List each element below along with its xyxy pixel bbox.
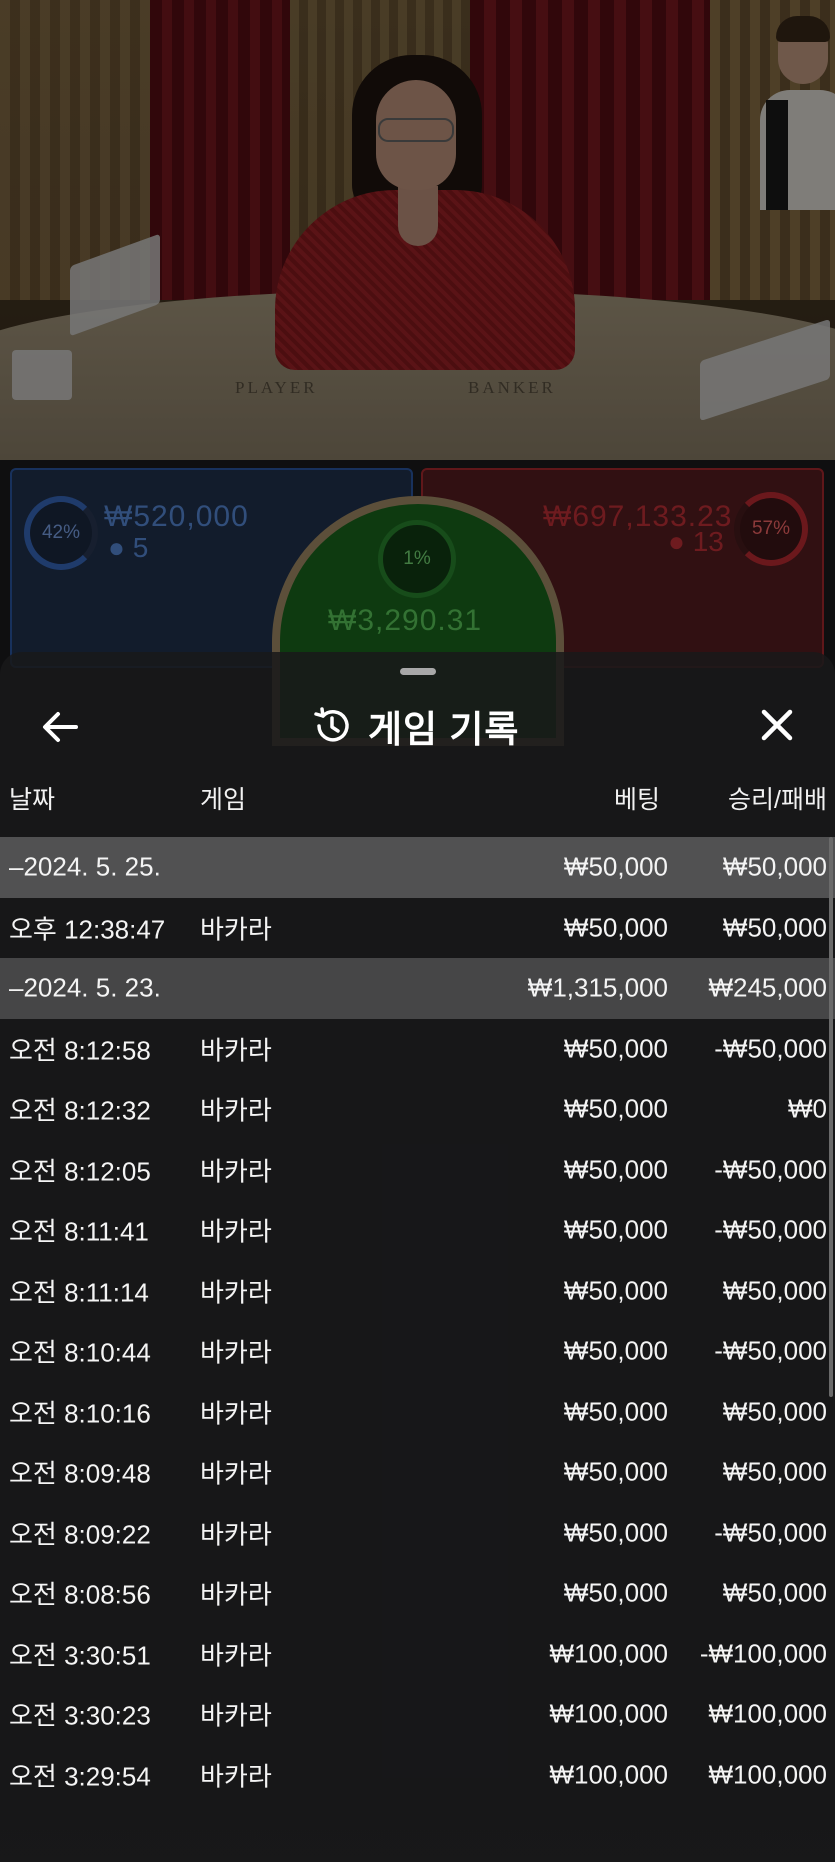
column-header-bet: 베팅 bbox=[613, 786, 660, 814]
row-time: 오전 3:30:23 bbox=[9, 1700, 151, 1731]
row-date: –2024. 5. 23. bbox=[9, 972, 161, 1003]
row-game: 바카라 bbox=[200, 1156, 272, 1187]
history-list: –2024. 5. 25. ₩50,000 ₩50,000 오후 12:38:47 바카… bbox=[0, 837, 835, 1805]
drag-handle[interactable] bbox=[400, 668, 436, 675]
row-bet: ₩50,000 bbox=[563, 1275, 668, 1306]
row-bet: ₩100,000 bbox=[549, 1638, 668, 1669]
table-row[interactable]: 오전 8:12:05 바카라 ₩50,000 -₩50,000 bbox=[0, 1140, 835, 1201]
row-time: 오전 8:10:44 bbox=[9, 1337, 151, 1368]
row-bet: ₩50,000 bbox=[563, 1577, 668, 1608]
row-result: -₩50,000 bbox=[714, 1517, 827, 1548]
column-header-date: 날짜 bbox=[9, 786, 56, 814]
row-game: 바카라 bbox=[200, 1216, 272, 1247]
date-summary-row: –2024. 5. 23. ₩1,315,000 ₩245,000 bbox=[0, 958, 835, 1019]
row-bet: ₩50,000 bbox=[563, 1456, 668, 1487]
close-icon bbox=[761, 709, 793, 741]
row-bet: ₩1,315,000 bbox=[527, 972, 668, 1003]
row-result: -₩50,000 bbox=[714, 1335, 827, 1366]
row-game: 바카라 bbox=[200, 1640, 272, 1671]
row-time: 오후 12:38:47 bbox=[9, 914, 166, 945]
row-bet: ₩50,000 bbox=[563, 1154, 668, 1185]
back-button[interactable] bbox=[36, 702, 86, 752]
table-row[interactable]: 오전 8:12:58 바카라 ₩50,000 -₩50,000 bbox=[0, 1019, 835, 1080]
row-bet: ₩100,000 bbox=[549, 1698, 668, 1729]
row-result: -₩50,000 bbox=[714, 1214, 827, 1245]
game-history-sheet: 게임 기록 날짜 게임 베팅 승리/패배 –2024. 5. 25. ₩50,00… bbox=[0, 652, 835, 1862]
row-result: -₩50,000 bbox=[714, 1033, 827, 1064]
sheet-title: 게임 기록 bbox=[310, 696, 519, 756]
row-game: 바카라 bbox=[200, 1398, 272, 1429]
row-result: ₩245,000 bbox=[708, 972, 827, 1003]
table-row[interactable]: 오전 8:09:22 바카라 ₩50,000 -₩50,000 bbox=[0, 1503, 835, 1564]
column-header-result: 승리/패배 bbox=[728, 786, 827, 814]
scrollbar[interactable] bbox=[829, 837, 833, 1397]
table-row[interactable]: 오전 8:11:41 바카라 ₩50,000 -₩50,000 bbox=[0, 1200, 835, 1261]
row-game: 바카라 bbox=[200, 1519, 272, 1550]
row-result: ₩50,000 bbox=[722, 1456, 827, 1487]
column-header-game: 게임 bbox=[200, 786, 247, 814]
row-bet: ₩50,000 bbox=[563, 1214, 668, 1245]
row-result: ₩100,000 bbox=[708, 1698, 827, 1729]
table-row[interactable]: 오전 8:09:48 바카라 ₩50,000 ₩50,000 bbox=[0, 1442, 835, 1503]
row-time: 오전 8:12:32 bbox=[9, 1095, 151, 1126]
row-result: ₩50,000 bbox=[722, 851, 827, 882]
page-title: 게임 기록 bbox=[368, 709, 520, 750]
row-time: 오전 8:11:41 bbox=[9, 1216, 149, 1247]
row-result: -₩100,000 bbox=[699, 1638, 827, 1669]
table-header: 날짜 게임 베팅 승리/패배 bbox=[0, 772, 835, 816]
row-bet: ₩50,000 bbox=[563, 1093, 668, 1124]
row-time: 오전 8:09:22 bbox=[9, 1519, 151, 1550]
row-result: ₩50,000 bbox=[722, 1275, 827, 1306]
row-result: ₩50,000 bbox=[722, 1577, 827, 1608]
table-row[interactable]: 오전 3:29:54 바카라 ₩100,000 ₩100,000 bbox=[0, 1745, 835, 1806]
row-bet: ₩100,000 bbox=[549, 1759, 668, 1790]
row-bet: ₩50,000 bbox=[563, 1335, 668, 1366]
row-game: 바카라 bbox=[200, 1277, 272, 1308]
row-bet: ₩50,000 bbox=[563, 912, 668, 943]
row-game: 바카라 bbox=[200, 1579, 272, 1610]
row-time: 오전 8:12:58 bbox=[9, 1035, 151, 1066]
row-bet: ₩50,000 bbox=[563, 1033, 668, 1064]
row-game: 바카라 bbox=[200, 1458, 272, 1489]
row-bet: ₩50,000 bbox=[563, 1517, 668, 1548]
row-result: ₩0 bbox=[788, 1093, 827, 1124]
table-row[interactable]: 오전 8:10:44 바카라 ₩50,000 -₩50,000 bbox=[0, 1321, 835, 1382]
row-bet: ₩50,000 bbox=[563, 851, 668, 882]
row-time: 오전 8:10:16 bbox=[9, 1398, 151, 1429]
table-row[interactable]: 오전 8:10:16 바카라 ₩50,000 ₩50,000 bbox=[0, 1382, 835, 1443]
row-result: ₩50,000 bbox=[722, 1396, 827, 1427]
row-time: 오전 8:11:14 bbox=[9, 1277, 149, 1308]
row-game: 바카라 bbox=[200, 1337, 272, 1368]
row-time: 오전 8:08:56 bbox=[9, 1579, 151, 1610]
table-row[interactable]: 오전 8:08:56 바카라 ₩50,000 ₩50,000 bbox=[0, 1563, 835, 1624]
row-time: 오전 3:30:51 bbox=[9, 1640, 151, 1671]
close-button[interactable] bbox=[752, 700, 802, 750]
history-icon bbox=[314, 707, 349, 742]
row-result: ₩50,000 bbox=[722, 912, 827, 943]
row-time: 오전 8:09:48 bbox=[9, 1458, 151, 1489]
row-time: 오전 8:12:05 bbox=[9, 1156, 151, 1187]
table-row[interactable]: 오후 12:38:47 바카라 ₩50,000 ₩50,000 bbox=[0, 898, 835, 959]
row-game: 바카라 bbox=[200, 1095, 272, 1126]
row-game: 바카라 bbox=[200, 914, 272, 945]
row-time: 오전 3:29:54 bbox=[9, 1761, 151, 1792]
table-row[interactable]: 오전 3:30:23 바카라 ₩100,000 ₩100,000 bbox=[0, 1684, 835, 1745]
row-game: 바카라 bbox=[200, 1761, 272, 1792]
row-bet: ₩50,000 bbox=[563, 1396, 668, 1427]
table-row[interactable]: 오전 3:30:51 바카라 ₩100,000 -₩100,000 bbox=[0, 1624, 835, 1685]
table-row[interactable]: 오전 8:11:14 바카라 ₩50,000 ₩50,000 bbox=[0, 1261, 835, 1322]
arrow-left-icon bbox=[43, 712, 78, 742]
list-fade bbox=[0, 1800, 835, 1862]
row-game: 바카라 bbox=[200, 1700, 272, 1731]
row-game: 바카라 bbox=[200, 1035, 272, 1066]
row-date: –2024. 5. 25. bbox=[9, 851, 161, 882]
row-result: ₩100,000 bbox=[708, 1759, 827, 1790]
date-summary-row: –2024. 5. 25. ₩50,000 ₩50,000 bbox=[0, 837, 835, 898]
table-row[interactable]: 오전 8:12:32 바카라 ₩50,000 ₩0 bbox=[0, 1079, 835, 1140]
row-result: -₩50,000 bbox=[714, 1154, 827, 1185]
